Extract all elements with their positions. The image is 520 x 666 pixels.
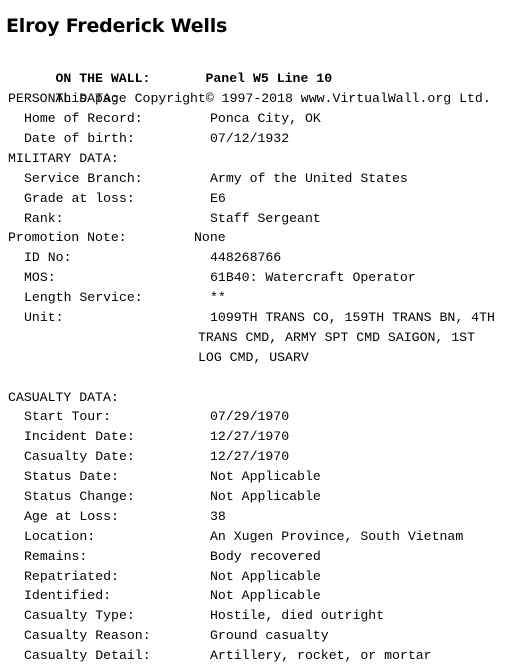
section-heading: PERSONAL DATA: [8, 91, 119, 107]
field-row: Casualty Type: Hostile, died outright [6, 606, 520, 626]
field-value: 1099TH TRANS CO, 159TH TRANS BN, 4TH [210, 310, 495, 326]
on-the-wall-label: ON THE WALL: [55, 71, 151, 87]
field-value: Artillery, rocket, or mortar [210, 648, 432, 664]
field-label: Age at Loss: [24, 508, 119, 524]
field-row: Length Service: ** [6, 288, 520, 308]
field-row: MOS: 61B40: Watercraft Operator [6, 268, 520, 288]
field-value: E6 [210, 190, 226, 206]
field-value: Not Applicable [210, 588, 321, 604]
field-value: Body recovered [210, 548, 321, 564]
field-row: Grade at loss: E6 [6, 189, 520, 209]
field-value: Army of the United States [210, 170, 408, 186]
field-label: Status Change: [24, 489, 135, 505]
field-value: None [194, 230, 226, 246]
on-the-wall-row: ON THE WALL: Panel W5 Line 10 [6, 49, 520, 86]
field-value: Not Applicable [210, 469, 321, 485]
field-row: ID No: 448268766 [6, 248, 520, 268]
field-row: Age at Loss: 38 [6, 507, 520, 527]
field-value-continuation: LOG CMD, USARV [198, 349, 309, 365]
field-label: Promotion Note: [8, 230, 127, 246]
section-heading-row: CASUALTY DATA: [6, 388, 520, 408]
field-row: Service Branch: Army of the United States [6, 169, 520, 189]
field-label: Casualty Reason: [24, 628, 151, 644]
field-value: Not Applicable [210, 568, 321, 584]
field-row: Rank: Staff Sergeant [6, 209, 520, 229]
field-value: 12/27/1970 [210, 449, 290, 465]
field-value: Ponca City, OK [210, 111, 321, 127]
field-label: Incident Date: [24, 429, 135, 445]
field-value: Not Applicable [210, 489, 321, 505]
field-label: Unit: [24, 310, 64, 326]
field-value: 07/12/1932 [210, 131, 290, 146]
field-value: Ground casualty [210, 628, 329, 644]
spacer-row [6, 368, 520, 388]
field-row: Identified: Not Applicable [6, 586, 520, 606]
field-label: Casualty Type: [24, 608, 135, 624]
section-heading: MILITARY DATA: [8, 150, 119, 166]
field-value: 61B40: Watercraft Operator [210, 270, 416, 286]
field-row: Date of birth: 07/12/1932 [6, 129, 520, 149]
field-row: Home of Record: Ponca City, OK [6, 109, 520, 129]
field-label: Location: [24, 528, 96, 544]
field-value: 38 [210, 508, 226, 524]
record-body: ON THE WALL: Panel W5 Line 10 This page C… [0, 49, 520, 666]
field-value: Staff Sergeant [210, 210, 321, 226]
field-row: Remains: Body recovered [6, 547, 520, 567]
field-row: Repatriated: Not Applicable [6, 567, 520, 587]
field-label: Casualty Detail: [24, 648, 151, 664]
field-label: Home of Record: [24, 111, 143, 127]
field-label: Service Branch: [24, 170, 143, 186]
field-label: Start Tour: [24, 409, 112, 425]
field-value: An Xugen Province, South Vietnam [210, 528, 464, 544]
field-label: Length Service: [24, 290, 143, 306]
field-value: ** [210, 290, 226, 306]
page-title: Elroy Frederick Wells [6, 14, 228, 37]
field-value: 12/27/1970 [210, 429, 290, 445]
field-row: Location: An Xugen Province, South Vietna… [6, 527, 520, 547]
section-heading: CASUALTY DATA: [8, 389, 119, 405]
field-value-continuation-row: LOG CMD, USARV [6, 348, 520, 368]
field-value-continuation-row: TRANS CMD, ARMY SPT CMD SAIGON, 1ST [6, 328, 520, 348]
field-label: Date of birth: [24, 131, 135, 146]
field-label: MOS: [24, 270, 56, 286]
field-row: Promotion Note: None [6, 228, 520, 248]
field-row: Incident Date: 12/27/1970 [6, 427, 520, 447]
field-value: 448268766 [210, 250, 282, 266]
sections-container: PERSONAL DATA: Home of Record: Ponca City,… [6, 89, 520, 666]
field-label: Repatriated: [24, 568, 119, 584]
field-row: Casualty Reason: Ground casualty [6, 626, 520, 646]
field-row: Casualty Date: 12/27/1970 [6, 447, 520, 467]
field-row: Unit: 1099TH TRANS CO, 159TH TRANS BN, 4T… [6, 308, 520, 328]
field-value-continuation: TRANS CMD, ARMY SPT CMD SAIGON, 1ST [198, 329, 475, 345]
section-heading-row: MILITARY DATA: [6, 149, 520, 169]
field-label: Remains: [24, 548, 88, 564]
field-label: Rank: [24, 210, 64, 226]
field-label: Casualty Date: [24, 449, 135, 465]
on-the-wall-value: Panel W5 Line 10 [205, 71, 333, 87]
field-row: Casualty Detail: Artillery, rocket, or mo… [6, 646, 520, 666]
field-label: Status Date: [24, 469, 119, 485]
field-row: Start Tour: 07/29/1970 [6, 407, 520, 427]
field-label: ID No: [24, 250, 72, 266]
field-value: Hostile, died outright [210, 608, 385, 624]
field-label: Identified: [24, 588, 112, 604]
field-value: 07/29/1970 [210, 409, 290, 425]
field-row: Status Change: Not Applicable [6, 487, 520, 507]
field-row: Status Date: Not Applicable [6, 467, 520, 487]
memorial-record-page: Elroy Frederick Wells ON THE WALL: Panel … [0, 12, 520, 663]
field-label: Grade at loss: [24, 190, 135, 206]
